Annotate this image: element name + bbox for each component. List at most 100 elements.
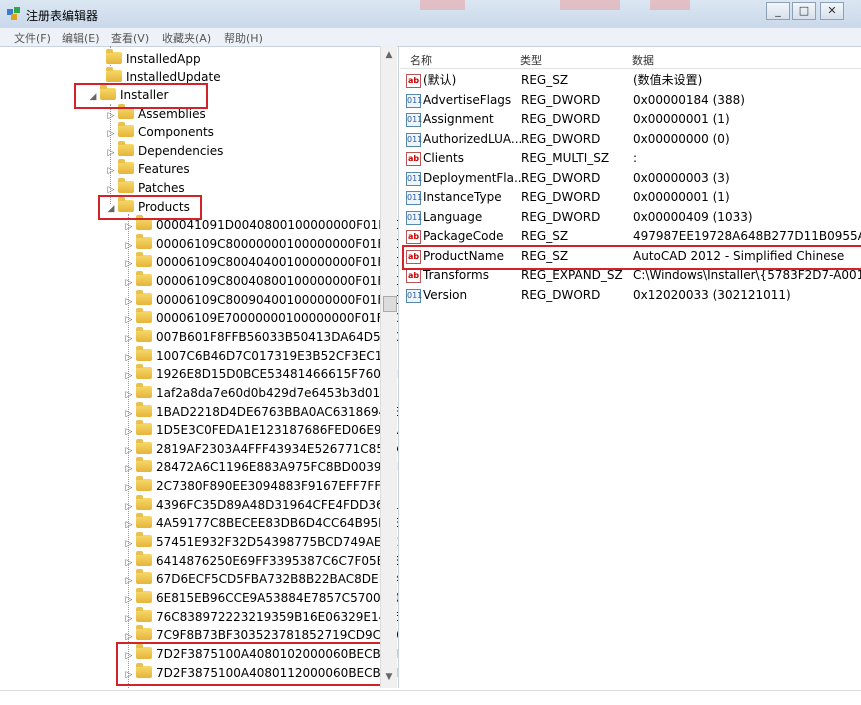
tree-item-product[interactable]: ▷ 2819AF2303A4FFF43934E526771C853A [124, 438, 398, 460]
tree-item-label: 1926E8D15D0BCE53481466615F760A7F [156, 367, 399, 382]
folder-icon [118, 159, 134, 174]
menu-file[interactable]: 文件(F) [14, 30, 51, 46]
value-row[interactable]: 011 InstanceType REG_DWORD 0x00000001 (1) [406, 188, 861, 207]
expand-arrow-icon[interactable]: ▷ [124, 237, 134, 255]
scroll-up-icon[interactable]: ▲ [383, 50, 395, 62]
menu-edit[interactable]: 编辑(E) [62, 30, 100, 46]
value-row[interactable]: 011 Assignment REG_DWORD 0x00000001 (1) [406, 110, 861, 129]
tree-item-product[interactable]: ▷ 00006109C80090400100000000F01FEC [124, 289, 398, 311]
folder-icon [136, 252, 152, 268]
tree-item-product[interactable]: ▷ 1af2a8da7e60d0b429d7e6453b3d0182 [124, 382, 395, 404]
tree-item-product[interactable]: ▷ 1D5E3C0FEDA1E123187686FED06E995A [124, 420, 398, 441]
tree-item-product[interactable]: ▷ 1007C6B46D7C017319E3B52CF3EC196E [124, 345, 398, 367]
tree-item-product[interactable]: ▷ 00006109E70000000100000000F01FEC [124, 308, 398, 329]
registry-tree[interactable]: InstalledApp InstalledUpdate ◢ Installer … [6, 46, 399, 688]
value-row[interactable]: ab (默认) REG_SZ (数值未设置) [406, 71, 861, 90]
expand-arrow-icon[interactable]: ▷ [124, 498, 134, 516]
folder-icon [136, 532, 152, 548]
tree-item-components[interactable]: ▷ Components [106, 122, 214, 143]
expand-arrow-icon[interactable]: ▷ [106, 162, 116, 180]
expand-arrow-icon[interactable]: ▷ [124, 367, 134, 385]
expand-arrow-icon[interactable]: ▷ [124, 516, 134, 534]
tree-item-installedapp[interactable]: InstalledApp [94, 49, 201, 68]
expand-arrow-icon[interactable]: ▷ [124, 386, 134, 404]
expand-arrow-icon[interactable]: ▷ [124, 591, 134, 609]
column-header-type[interactable]: 类型 [520, 52, 542, 68]
expand-arrow-icon[interactable]: ▷ [124, 405, 134, 423]
tree-item-product[interactable]: ▷ 4A59177C8BECEE83DB6D4CC64B95FEE6 [124, 513, 398, 534]
maximize-button[interactable]: □ [792, 2, 816, 20]
tree-item-product[interactable]: ▷ 007B601F8FFB56033B50413DA64D5093 [124, 326, 398, 348]
tree-item-product[interactable]: ▷ 00006109C80000000100000000F01FEC [124, 233, 398, 255]
tree-item-product[interactable]: ▷ 1BAD2218D4DE6763BBA0AC63186945E3 [124, 401, 398, 423]
tree-item-product[interactable]: ▷ 00006109C80040400100000000F01FEC [124, 252, 398, 273]
tree-item-product[interactable]: ▷ 6414876250E69FF3395387C6C7F05BEB [124, 550, 399, 572]
minimize-button[interactable]: _ [766, 2, 790, 20]
expand-arrow-icon[interactable]: ▷ [124, 349, 134, 367]
tree-item-label: Features [138, 162, 190, 176]
menu-help[interactable]: 帮助(H) [224, 30, 263, 46]
folder-icon [136, 457, 152, 473]
menu-view[interactable]: 查看(V) [111, 30, 149, 46]
tree-item-label: Dependencies [138, 144, 224, 158]
value-row[interactable]: 011 Language REG_DWORD 0x00000409 (1033) [406, 208, 861, 227]
tree-item-label: Patches [138, 181, 185, 195]
scrollbar-thumb[interactable] [383, 296, 397, 312]
close-button[interactable]: ✕ [820, 2, 844, 20]
value-row[interactable]: ab Clients REG_MULTI_SZ: [406, 149, 861, 168]
expand-arrow-icon[interactable]: ▷ [106, 125, 116, 143]
string-value-icon: ab [406, 152, 421, 166]
value-name: Version [423, 287, 468, 302]
tree-item-label: 6E815EB96CCE9A53884E7857C57002F0 [156, 591, 399, 605]
scroll-down-icon[interactable]: ▼ [383, 672, 395, 684]
tree-item-product[interactable]: ▷ 4396FC35D89A48D31964CFE4FDD36514 [124, 494, 398, 516]
tree-scrollbar[interactable]: ▲ ▼ [380, 46, 397, 688]
value-name: Clients [423, 151, 464, 165]
tree-item-product[interactable]: ▷ 76C838972223219359B16E06329E14B5 [124, 606, 398, 628]
tree-item-product[interactable]: ▷ 6E815EB96CCE9A53884E7857C57002F0 [124, 588, 399, 609]
value-row[interactable]: 011 AdvertiseFlags REG_DWORD 0x00000184 (38… [406, 91, 861, 110]
expand-arrow-icon[interactable]: ▷ [124, 218, 134, 236]
column-header-data[interactable]: 数据 [632, 52, 654, 68]
folder-icon [136, 233, 152, 249]
expand-arrow-icon[interactable]: ▷ [124, 423, 134, 441]
tree-item-product[interactable]: ▷ 57451E932F32D54398775BCD749AE462 [124, 532, 398, 553]
tree-item-product[interactable]: ▷ 28472A6C1196E883A975FC8BD003929E [124, 457, 398, 478]
expand-arrow-icon[interactable]: ▷ [124, 460, 134, 478]
value-name: (默认) [423, 73, 457, 87]
column-header-name[interactable]: 名称 [410, 52, 432, 68]
expand-arrow-icon[interactable]: ▷ [124, 255, 134, 273]
tree-item-features[interactable]: ▷ Features [106, 159, 190, 180]
expand-arrow-icon[interactable]: ▷ [124, 442, 134, 460]
expand-arrow-icon[interactable]: ▷ [124, 479, 134, 497]
tree-item-label: 6414876250E69FF3395387C6C7F05BEB [156, 553, 399, 568]
expand-arrow-icon[interactable]: ▷ [124, 274, 134, 292]
expand-arrow-icon[interactable]: ▷ [124, 610, 134, 628]
tree-item-dependencies[interactable]: ▷ Dependencies [106, 141, 224, 160]
value-row[interactable]: ab PackageCode REG_SZ 497987EE19728A648B277… [406, 227, 861, 246]
expand-arrow-icon[interactable]: ▷ [124, 293, 134, 311]
value-row[interactable]: 011 Version REG_DWORD 0x12020033 (302121011… [406, 286, 861, 305]
menu-bar: 文件(F) 编辑(E) 查看(V) 收藏夹(A) 帮助(H) [0, 28, 861, 47]
blurred-region [420, 0, 465, 10]
folder-icon [118, 122, 134, 137]
tree-item-product[interactable]: ▷ 1926E8D15D0BCE53481466615F760A7F [124, 364, 399, 385]
value-row[interactable]: 011 AuthorizedLUA... REG_DWORD 0x00000000 (… [406, 130, 861, 149]
tree-item-product[interactable]: ▷ 00006109C80040800100000000F01FEC [124, 270, 398, 292]
tree-item-product[interactable]: ▷ 2C7380F890EE3094883F9167EFF7FFE4 [124, 476, 396, 497]
folder-icon [118, 141, 134, 156]
tree-item-product[interactable]: ▷ 67D6ECF5CD5FBA732B8B22BAC8DE1B4D [124, 569, 398, 590]
expand-arrow-icon[interactable]: ▷ [124, 535, 134, 553]
expand-arrow-icon[interactable]: ▷ [124, 572, 134, 590]
expand-arrow-icon[interactable]: ▷ [124, 554, 134, 572]
expand-arrow-icon[interactable]: ▷ [124, 311, 134, 329]
tree-item-label: InstalledApp [126, 52, 201, 66]
string-value-icon: ab [406, 74, 421, 88]
value-data: 0x00000003 (3) [633, 170, 730, 185]
menu-favorites[interactable]: 收藏夹(A) [162, 30, 211, 46]
expand-arrow-icon[interactable]: ▷ [124, 330, 134, 348]
value-type: REG_DWORD [521, 170, 601, 185]
values-pane[interactable]: 名称 类型 数据 ab (默认) REG_SZ (数值未设置) 011 Advertise… [400, 46, 861, 688]
value-row[interactable]: 011 DeploymentFla... REG_DWORD 0x00000003 (… [406, 169, 861, 188]
status-strip [0, 690, 861, 705]
